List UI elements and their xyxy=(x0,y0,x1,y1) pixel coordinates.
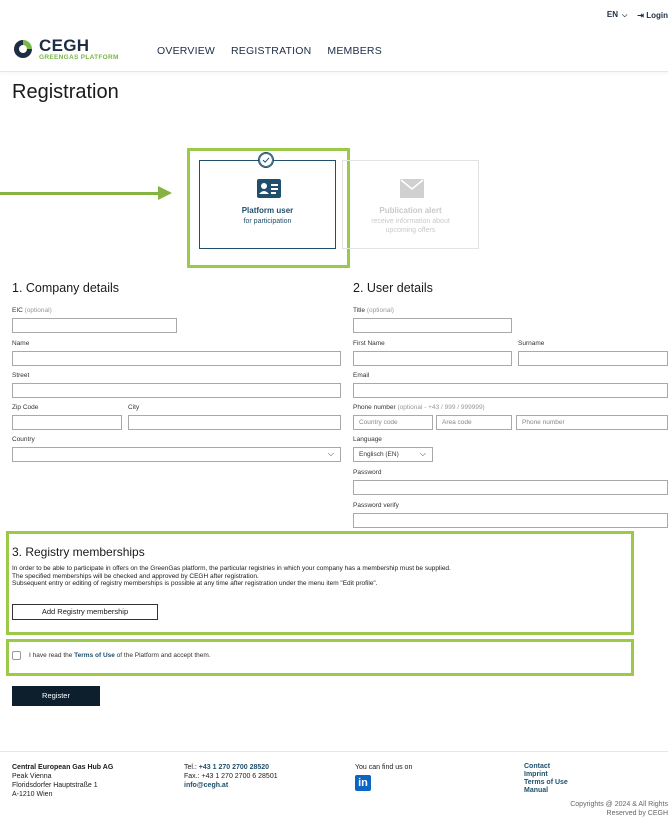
footer-address: Central European Gas Hub AG Peak Vienna … xyxy=(12,764,114,798)
chevron-down-icon: ⌵ xyxy=(620,12,628,19)
login-icon: ⇥ xyxy=(637,10,644,20)
nav-overview[interactable]: OVERVIEW xyxy=(157,45,215,57)
envelope-icon xyxy=(400,179,424,198)
language-select[interactable]: Englisch (EN) ⌵ xyxy=(353,447,433,462)
language-switch[interactable]: EN ⌵ xyxy=(607,10,627,20)
role-card-title: Platform user xyxy=(241,206,294,215)
role-card-publication-alert[interactable]: Publication alert receive information ab… xyxy=(342,160,479,249)
city-input[interactable] xyxy=(128,415,341,430)
footer-contact: Tel.: +43 1 270 2700 28520 Fax.: +43 1 2… xyxy=(184,764,278,790)
nav-members[interactable]: MEMBERS xyxy=(327,45,382,57)
page-title: Registration xyxy=(12,81,119,103)
country-select[interactable]: ⌵ xyxy=(12,447,341,462)
language-label: Language xyxy=(353,436,382,443)
footer-divider xyxy=(0,751,668,752)
logo-main-text: CEGH xyxy=(39,36,90,55)
user-card-icon xyxy=(257,179,281,198)
country-label: Country xyxy=(12,436,35,443)
terms-checkbox[interactable] xyxy=(12,651,21,660)
footer-link-imprint[interactable]: Imprint xyxy=(524,771,568,779)
role-card-title: Publication alert xyxy=(379,206,442,215)
first-name-label: First Name xyxy=(353,340,385,347)
terms-text: I have read the Terms of Use of the Plat… xyxy=(29,652,211,659)
footer-link-terms[interactable]: Terms of Use xyxy=(524,779,568,787)
logo-mark-icon xyxy=(14,40,32,59)
country-code-input[interactable]: Country code xyxy=(353,415,433,430)
add-registry-button[interactable]: Add Registry membership xyxy=(12,604,158,620)
copyright: Copyrights @ 2024 & All Rights Reserved … xyxy=(570,801,668,817)
section-title-registry: 3. Registry memberships xyxy=(12,545,145,559)
surname-label: Surname xyxy=(518,340,545,347)
eic-label: EIC (optional) xyxy=(12,307,52,314)
main-nav: OVERVIEW REGISTRATION MEMBERS xyxy=(157,45,382,57)
zip-label: Zip Code xyxy=(12,404,39,411)
nav-registration[interactable]: REGISTRATION xyxy=(231,45,311,57)
email-input[interactable] xyxy=(353,383,668,398)
eic-input[interactable] xyxy=(12,318,177,333)
chevron-down-icon: ⌵ xyxy=(419,449,426,458)
email-link[interactable]: info@cegh.at xyxy=(184,781,278,790)
footer-link-manual[interactable]: Manual xyxy=(524,787,568,795)
top-bar: EN ⌵ ⇥ Login xyxy=(607,8,668,22)
annotation-arrow xyxy=(0,192,160,195)
footer-link-contact[interactable]: Contact xyxy=(524,763,568,771)
title-label: Title (optional) xyxy=(353,307,394,314)
name-label: Name xyxy=(12,340,30,347)
section-title-company: 1. Company details xyxy=(12,281,120,295)
first-name-input[interactable] xyxy=(353,351,512,366)
annotation-arrow-head xyxy=(158,186,172,200)
password-verify-label: Password verify xyxy=(353,502,399,509)
login-link[interactable]: ⇥ Login xyxy=(637,11,668,20)
logo-sub-text: GREENGAS PLATFORM xyxy=(39,54,119,61)
phone-link[interactable]: +43 1 270 2700 28520 xyxy=(199,764,269,771)
password-verify-input[interactable] xyxy=(353,513,668,528)
section-title-user: 2. User details xyxy=(353,281,433,295)
logo[interactable]: CEGH GREENGAS PLATFORM xyxy=(12,37,119,62)
surname-input[interactable] xyxy=(518,351,668,366)
footer-links: Contact Imprint Terms of Use Manual xyxy=(524,763,568,795)
name-input[interactable] xyxy=(12,351,341,366)
role-card-subtitle: receive information about upcoming offer… xyxy=(371,218,450,234)
header: CEGH GREENGAS PLATFORM OVERVIEW REGISTRA… xyxy=(0,28,668,72)
phone-number-input[interactable]: Phone number xyxy=(516,415,668,430)
terms-link[interactable]: Terms of Use xyxy=(74,652,115,659)
area-code-input[interactable]: Area code xyxy=(436,415,512,430)
street-label: Street xyxy=(12,372,30,379)
street-input[interactable] xyxy=(12,383,341,398)
title-input[interactable] xyxy=(353,318,512,333)
password-input[interactable] xyxy=(353,480,668,495)
password-label: Password xyxy=(353,469,382,476)
role-card-subtitle: for participation xyxy=(243,218,292,225)
city-label: City xyxy=(128,404,140,411)
zip-input[interactable] xyxy=(12,415,122,430)
email-label: Email xyxy=(353,372,370,379)
phone-label: Phone number (optional - +43 / 999 / 999… xyxy=(353,404,485,411)
register-button[interactable]: Register xyxy=(12,686,100,706)
registry-description: In order to be able to participate in of… xyxy=(12,565,451,587)
role-card-platform-user[interactable]: Platform user for participation xyxy=(199,160,336,249)
chevron-down-icon: ⌵ xyxy=(327,449,334,458)
check-circle-icon xyxy=(258,152,274,168)
linkedin-icon[interactable]: in xyxy=(355,775,371,791)
footer-find-us: You can find us on xyxy=(355,764,413,771)
